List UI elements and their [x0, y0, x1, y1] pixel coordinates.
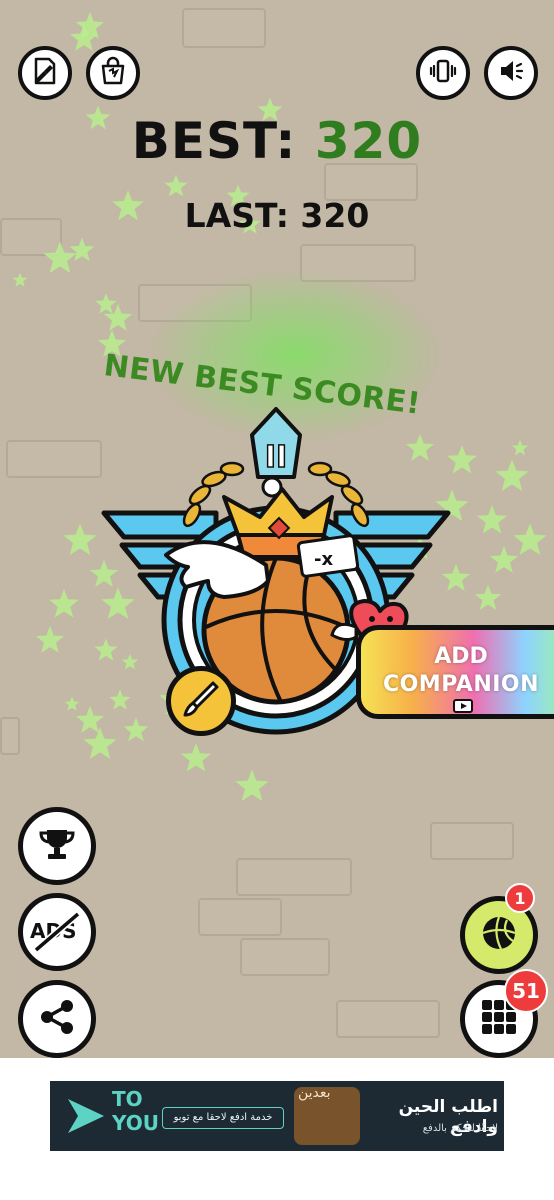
ad-brand-to: TO — [112, 1087, 143, 1111]
brick-decoration — [198, 898, 282, 936]
star-icon — [49, 589, 79, 618]
video-play-icon — [453, 699, 473, 713]
basketball-icon — [479, 913, 519, 957]
star-icon — [35, 625, 65, 653]
star-icon — [103, 303, 133, 331]
star-icon — [75, 11, 105, 39]
ad-brand-you: YOU — [112, 1111, 160, 1135]
star-icon — [235, 769, 269, 801]
brick-decoration — [0, 717, 20, 755]
rank-gem: II — [250, 407, 302, 479]
no-ads-icon: ADS — [28, 912, 86, 952]
last-score-value: 320 — [300, 196, 370, 235]
share-button[interactable] — [18, 980, 96, 1058]
ad-subline: لاحقًا لتحكم بالدفع — [422, 1123, 498, 1134]
toyou-logo-icon — [68, 1099, 104, 1133]
share-icon — [37, 997, 77, 1041]
star-icon — [511, 439, 529, 456]
ad-slogan: خدمة ادفع لاحقا مع توبو — [162, 1107, 284, 1129]
shop-button[interactable] — [86, 46, 140, 100]
star-icon — [513, 523, 547, 555]
vibration-button[interactable] — [416, 46, 470, 100]
shop-bag-icon — [98, 56, 128, 90]
star-icon — [489, 545, 519, 573]
star-icon — [64, 696, 80, 711]
star-icon — [69, 237, 95, 262]
trophy-icon — [37, 824, 77, 868]
star-icon — [181, 743, 211, 772]
game-screen[interactable]: BEST: 320 LAST: 320 NEW BEST SCORE! II -… — [0, 0, 554, 1058]
remove-ads-button[interactable]: ADS — [18, 893, 96, 971]
sound-button[interactable] — [484, 46, 538, 100]
last-score: LAST: 320 — [0, 196, 554, 235]
last-score-label: LAST: — [184, 196, 289, 235]
best-score-label: BEST: — [131, 112, 297, 170]
star-icon — [474, 584, 502, 610]
star-icon — [12, 272, 28, 287]
brick-decoration — [6, 440, 102, 478]
ad-deco-text: بعدين — [298, 1085, 331, 1101]
add-companion-line2: COMPANION — [382, 672, 540, 697]
star-icon — [95, 293, 117, 314]
star-icon — [477, 505, 507, 534]
paint-brush-icon — [179, 677, 223, 725]
star-icon — [495, 459, 529, 491]
best-score-value: 320 — [314, 112, 423, 170]
svg-text:-x: -x — [314, 549, 333, 570]
brick-decoration — [430, 822, 514, 860]
notification-badge: 1 — [505, 883, 535, 913]
feedback-button[interactable] — [18, 46, 72, 100]
ad-banner[interactable]: TO YOU خدمة ادفع لاحقا مع توبو بعدين اطل… — [50, 1081, 504, 1151]
sound-icon — [496, 56, 526, 90]
leaderboard-button[interactable] — [18, 807, 96, 885]
add-companion-button[interactable]: ADD COMPANION — [356, 625, 554, 719]
vibration-icon — [428, 56, 458, 90]
best-score: BEST: 320 — [0, 112, 554, 170]
star-icon — [63, 523, 97, 555]
brick-decoration — [240, 938, 330, 976]
brick-decoration — [336, 1000, 440, 1038]
rank-numeral: II — [265, 440, 287, 475]
add-companion-line1: ADD — [434, 644, 488, 669]
brick-decoration — [182, 8, 266, 48]
customize-button[interactable] — [166, 666, 236, 736]
feedback-icon — [30, 56, 60, 90]
brick-decoration — [236, 858, 352, 896]
star-icon — [69, 23, 99, 51]
notification-badge: 51 — [504, 969, 548, 1013]
